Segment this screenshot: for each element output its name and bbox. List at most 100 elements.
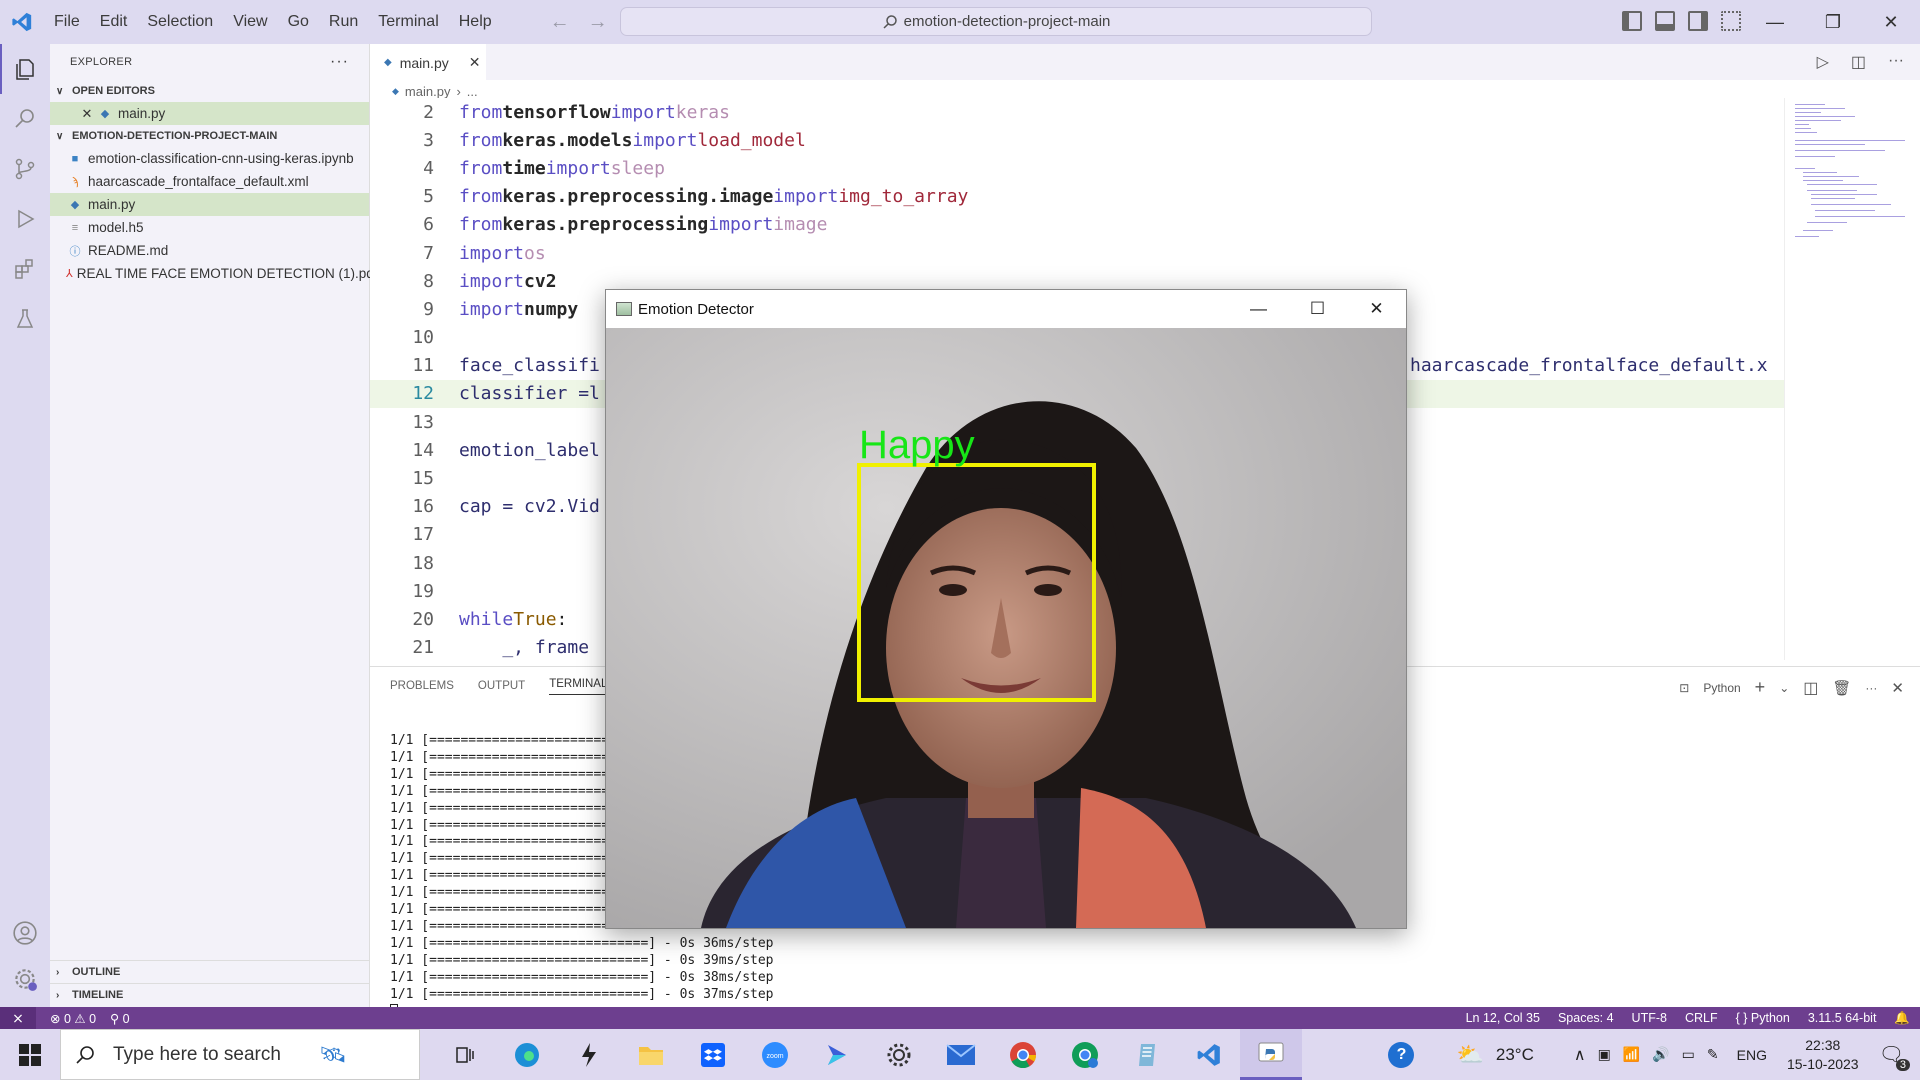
- more-actions-icon[interactable]: ···: [330, 53, 349, 71]
- run-debug-icon[interactable]: [0, 194, 50, 244]
- timeline-section[interactable]: › TIMELINE: [50, 983, 370, 1006]
- remote-indicator-icon[interactable]: ⨯: [0, 1007, 36, 1029]
- forward-arrow-icon[interactable]: →: [588, 11, 608, 34]
- settings-gear-icon[interactable]: [868, 1029, 930, 1080]
- edge-browser-icon[interactable]: [496, 1029, 558, 1080]
- split-editor-icon[interactable]: ◫: [1851, 52, 1866, 72]
- pen-icon[interactable]: ✎: [1707, 1046, 1719, 1063]
- file-item[interactable]: ϡ haarcascade_frontalface_default.xml: [50, 170, 369, 193]
- new-terminal-icon[interactable]: +: [1755, 677, 1766, 698]
- menu-file[interactable]: File: [44, 13, 90, 31]
- back-arrow-icon[interactable]: ←: [550, 11, 570, 34]
- code-line: 3 from keras.models import load_model: [370, 126, 1784, 154]
- tab-problems[interactable]: PROBLEMS: [390, 680, 454, 692]
- clock[interactable]: 22:38 15-10-2023: [1787, 1036, 1859, 1074]
- minimap[interactable]: [1784, 98, 1905, 660]
- chrome-icon[interactable]: [992, 1029, 1054, 1080]
- wifi-icon[interactable]: 📶: [1623, 1046, 1640, 1063]
- account-icon[interactable]: [0, 908, 50, 958]
- file-item[interactable]: ◆ main.py: [50, 193, 369, 216]
- close-panel-icon[interactable]: ✕: [1891, 679, 1904, 697]
- close-icon[interactable]: ✕: [1862, 0, 1920, 44]
- file-name: main.py: [88, 197, 136, 212]
- mail-icon[interactable]: [930, 1029, 992, 1080]
- language-mode[interactable]: { } Python: [1736, 1011, 1790, 1025]
- chevron-down-icon[interactable]: ⌄: [1779, 681, 1789, 695]
- menu-edit[interactable]: Edit: [90, 13, 138, 31]
- battery-icon[interactable]: ▭: [1682, 1046, 1695, 1063]
- open-editor-item[interactable]: ✕ ◆ main.py: [50, 102, 369, 125]
- breadcrumb-more[interactable]: ...: [467, 84, 478, 99]
- menu-selection[interactable]: Selection: [137, 13, 223, 31]
- tab-terminal[interactable]: TERMINAL: [549, 678, 608, 695]
- file-item[interactable]: ⅄ REAL TIME FACE EMOTION DETECTION (1).p…: [50, 262, 378, 285]
- copilot-icon[interactable]: [806, 1029, 868, 1080]
- extensions-icon[interactable]: [0, 244, 50, 294]
- file-item[interactable]: ■ emotion-classification-cnn-using-keras…: [50, 147, 369, 170]
- menu-help[interactable]: Help: [449, 13, 502, 31]
- minimize-icon[interactable]: —: [1229, 290, 1288, 328]
- weather-temperature[interactable]: 23°C: [1496, 1045, 1534, 1065]
- close-icon[interactable]: ✕: [1347, 290, 1406, 328]
- vscode-icon[interactable]: [1178, 1029, 1240, 1080]
- cursor-position[interactable]: Ln 12, Col 35: [1466, 1011, 1540, 1025]
- breadcrumb-file[interactable]: main.py: [405, 84, 451, 99]
- notepad-icon[interactable]: [1116, 1029, 1178, 1080]
- explorer-icon[interactable]: [0, 44, 50, 94]
- zoom-icon[interactable]: zoom: [744, 1029, 806, 1080]
- file-item[interactable]: ≡ model.h5: [50, 216, 369, 239]
- file-item[interactable]: ⓘ README.md: [50, 239, 369, 262]
- file-explorer-icon[interactable]: [620, 1029, 682, 1080]
- maximize-icon[interactable]: ☐: [1288, 290, 1347, 328]
- problems-status[interactable]: ⊗ 0 ⚠ 0: [50, 1011, 96, 1026]
- project-section[interactable]: ∨ EMOTION-DETECTION-PROJECT-MAIN: [50, 125, 369, 147]
- menu-terminal[interactable]: Terminal: [368, 13, 448, 31]
- close-editor-icon[interactable]: ✕: [78, 106, 96, 122]
- minimize-icon[interactable]: —: [1746, 0, 1804, 44]
- terminal-shell-name[interactable]: Python: [1703, 681, 1740, 695]
- python-app-icon[interactable]: [1240, 1029, 1302, 1080]
- tab-output[interactable]: OUTPUT: [478, 680, 525, 692]
- device-icon[interactable]: ▣: [1598, 1046, 1611, 1063]
- menu-run[interactable]: Run: [319, 13, 368, 31]
- run-python-file-icon[interactable]: ▷: [1817, 52, 1829, 72]
- line-ending[interactable]: CRLF: [1685, 1011, 1718, 1025]
- taskbar-search-box[interactable]: Type here to search 🛰: [60, 1029, 420, 1080]
- toggle-sidebar-icon[interactable]: [1622, 11, 1642, 31]
- help-icon[interactable]: ?: [1388, 1041, 1415, 1068]
- more-actions-icon[interactable]: ···: [1888, 52, 1904, 72]
- python-interpreter[interactable]: 3.11.5 64-bit: [1808, 1011, 1877, 1025]
- volume-icon[interactable]: 🔊: [1652, 1046, 1669, 1063]
- restore-icon[interactable]: ❐: [1804, 0, 1862, 44]
- customize-layout-icon[interactable]: [1721, 11, 1741, 31]
- task-view-icon[interactable]: [434, 1029, 496, 1080]
- source-control-icon[interactable]: [0, 144, 50, 194]
- search-sidebar-icon[interactable]: [0, 94, 50, 144]
- trash-icon[interactable]: 🗑: [1832, 679, 1851, 697]
- toggle-panel-icon[interactable]: [1655, 11, 1675, 31]
- command-center-search[interactable]: emotion-detection-project-main: [620, 7, 1372, 36]
- indentation[interactable]: Spaces: 4: [1558, 1011, 1614, 1025]
- open-editors-section[interactable]: ∨ OPEN EDITORS: [50, 80, 369, 102]
- tab-main-py[interactable]: ◆ main.py ✕: [370, 44, 486, 80]
- chrome-profile-icon[interactable]: [1054, 1029, 1116, 1080]
- weather-icon[interactable]: ⛅: [1456, 1042, 1483, 1068]
- more-actions-icon[interactable]: ···: [1865, 681, 1877, 695]
- split-terminal-icon[interactable]: ◫: [1803, 678, 1818, 698]
- settings-gear-icon[interactable]: [0, 954, 50, 1004]
- notification-center-icon[interactable]: 🗨 3: [1879, 1042, 1910, 1071]
- ports-status[interactable]: ⚲ 0: [110, 1011, 130, 1026]
- menu-go[interactable]: Go: [278, 13, 319, 31]
- encoding[interactable]: UTF-8: [1632, 1011, 1667, 1025]
- windows-start-icon[interactable]: [0, 1029, 60, 1080]
- menu-view[interactable]: View: [223, 13, 277, 31]
- dropbox-icon[interactable]: [682, 1029, 744, 1080]
- app-lightning-icon[interactable]: [558, 1029, 620, 1080]
- chevron-up-icon[interactable]: ∧: [1574, 1045, 1586, 1065]
- toggle-secondary-sidebar-icon[interactable]: [1688, 11, 1708, 31]
- outline-section[interactable]: › OUTLINE: [50, 960, 370, 983]
- input-language[interactable]: ENG: [1737, 1047, 1767, 1063]
- notifications-bell-icon[interactable]: 🔔: [1894, 1011, 1910, 1026]
- close-tab-icon[interactable]: ✕: [469, 54, 481, 71]
- testing-icon[interactable]: [0, 294, 50, 344]
